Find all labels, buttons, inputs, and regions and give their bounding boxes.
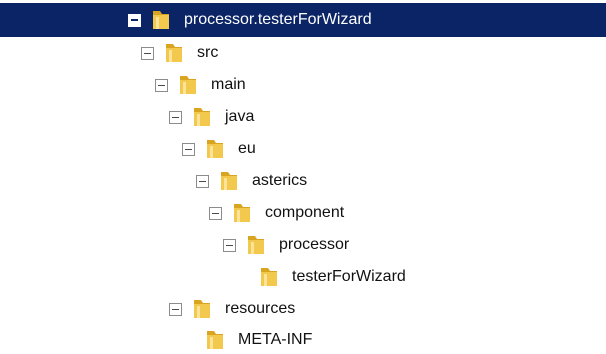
tree-node-label: component	[265, 204, 345, 221]
tree-node-label: processor.testerForWizard	[184, 11, 372, 28]
tree-node-src[interactable]: src	[0, 37, 606, 69]
tree-node-label: eu	[238, 140, 256, 157]
tree-node-processor-testerforwizard[interactable]: processor.testerForWizard	[0, 3, 606, 37]
tree-node-meta-inf[interactable]: META-INF	[0, 324, 606, 354]
folder-icon	[207, 140, 223, 158]
tree-node-processor[interactable]: processor	[0, 229, 606, 261]
collapse-toggle-icon[interactable]	[182, 142, 195, 156]
collapse-toggle-icon[interactable]	[223, 238, 236, 252]
folder-icon	[234, 204, 250, 222]
tree-node-label: META-INF	[238, 331, 313, 348]
tree-node-resources[interactable]: resources	[0, 293, 606, 325]
collapse-toggle-icon[interactable]	[141, 46, 154, 60]
collapse-toggle-icon[interactable]	[209, 206, 222, 220]
tree-node-asterics[interactable]: asterics	[0, 165, 606, 197]
tree-node-label: resources	[225, 300, 296, 317]
tree-node-label: processor	[279, 236, 350, 253]
tree-node-main[interactable]: main	[0, 69, 606, 101]
tree-node-label: asterics	[252, 172, 308, 189]
folder-tree: processor.testerForWizard src main java	[0, 0, 606, 354]
folder-icon	[180, 76, 196, 94]
folder-icon	[248, 236, 264, 254]
collapse-toggle-icon[interactable]	[196, 174, 209, 188]
tree-node-label: main	[211, 76, 246, 93]
collapse-toggle-icon[interactable]	[169, 110, 182, 124]
tree-node-label: src	[197, 44, 219, 61]
folder-icon	[194, 108, 210, 126]
tree-node-label: testerForWizard	[292, 268, 406, 285]
folder-icon	[207, 331, 223, 349]
folder-icon	[221, 172, 237, 190]
folder-icon	[166, 44, 182, 62]
tree-node-label: java	[225, 108, 255, 125]
tree-node-component[interactable]: component	[0, 197, 606, 229]
tree-node-testerforwizard[interactable]: testerForWizard	[0, 261, 606, 293]
collapse-toggle-icon[interactable]	[128, 13, 141, 27]
folder-icon	[153, 11, 169, 29]
folder-icon	[261, 268, 277, 286]
tree-node-java[interactable]: java	[0, 101, 606, 133]
collapse-toggle-icon[interactable]	[169, 302, 182, 316]
tree-node-eu[interactable]: eu	[0, 133, 606, 165]
collapse-toggle-icon[interactable]	[155, 78, 168, 92]
folder-icon	[194, 300, 210, 318]
